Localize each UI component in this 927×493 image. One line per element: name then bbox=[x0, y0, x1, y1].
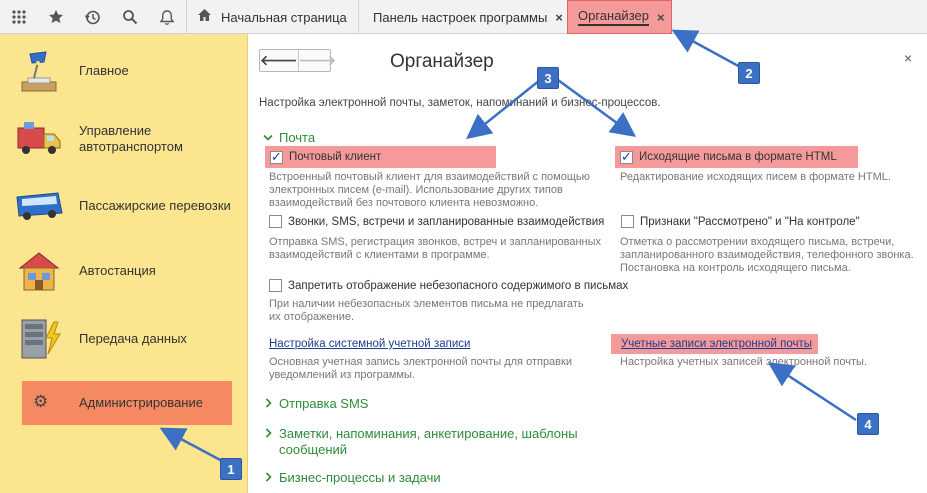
section-notes-label: Заметки, напоминания, анкетирование, шаб… bbox=[279, 426, 578, 457]
sidebar-item-data-exchange-label: Передача данных bbox=[79, 331, 187, 346]
html-letters-label: Исходящие письма в формате HTML bbox=[639, 151, 837, 163]
chevron-right-icon bbox=[265, 398, 273, 411]
flags-label: Признаки "Рассмотрено" и "На контроле" bbox=[640, 215, 860, 228]
sidebar-item-transport-label: Управление автотранспортом bbox=[79, 123, 183, 154]
tab-organizer-label: Органайзер bbox=[578, 8, 649, 26]
unsafe-content-hint: При наличии небезопасных элементов письм… bbox=[269, 298, 584, 323]
tab-home-label: Начальная страница bbox=[221, 9, 347, 25]
section-notes[interactable]: Заметки, напоминания, анкетирование, шаб… bbox=[265, 426, 578, 458]
flags-checkbox-row[interactable]: Признаки "Рассмотрено" и "На контроле" bbox=[621, 215, 860, 228]
tab-settings-panel-label: Панель настроек программы bbox=[373, 9, 548, 25]
section-mail-label: Почта bbox=[279, 130, 316, 145]
sidebar-item-transport[interactable]: Управление автотранспортом bbox=[0, 114, 248, 164]
section-business-processes[interactable]: Бизнес-процессы и задачи bbox=[265, 470, 441, 485]
chevron-right-icon bbox=[265, 472, 273, 485]
section-mail[interactable]: Почта bbox=[263, 130, 315, 145]
house-icon bbox=[14, 248, 64, 294]
unsafe-content-label: Запретить отображение небезопасного соде… bbox=[288, 279, 629, 292]
sidebar-item-administration-label: Администрирование bbox=[79, 395, 203, 410]
mail-client-checkbox[interactable] bbox=[270, 149, 283, 165]
sidebar-item-data-exchange[interactable]: Передача данных bbox=[0, 314, 248, 364]
callout-badge-3: 3 bbox=[537, 67, 559, 89]
search-icon[interactable] bbox=[111, 0, 148, 34]
sidebar-item-passenger-label: Пассажирские перевозки bbox=[79, 198, 231, 213]
notifications-bell-icon[interactable] bbox=[148, 0, 185, 34]
tab-settings-panel-close-icon[interactable]: × bbox=[555, 10, 563, 25]
forward-arrow-icon[interactable]: 🡒 bbox=[299, 50, 337, 71]
calls-checkbox[interactable] bbox=[269, 215, 282, 228]
callout-badge-4: 4 bbox=[857, 413, 879, 435]
calls-label: Звонки, SMS, встречи и запланированные в… bbox=[288, 215, 605, 228]
sidebar-item-main[interactable]: Главное bbox=[0, 46, 248, 96]
html-letters-hint: Редактирование исходящих писем в формате… bbox=[620, 171, 891, 183]
sidebar-item-main-label: Главное bbox=[79, 63, 129, 78]
apps-grid-icon[interactable] bbox=[0, 0, 37, 34]
sidebar-item-bus-station[interactable]: Автостанция bbox=[0, 246, 248, 296]
calls-hint: Отправка SMS, регистрация звонков, встре… bbox=[269, 236, 602, 261]
mail-client-hint: Встроенный почтовый клиент для взаимодей… bbox=[269, 171, 590, 209]
truck-icon bbox=[14, 116, 64, 162]
email-accounts-link[interactable]: Учетные записи электронной почты bbox=[621, 338, 812, 350]
email-accounts-hint: Настройка учетных записей электронной по… bbox=[620, 356, 867, 368]
favorites-star-icon[interactable] bbox=[37, 0, 74, 34]
html-letters-checkbox-row[interactable]: Исходящие письма в формате HTML bbox=[615, 146, 858, 168]
main-panel: 🡐 🡒 Органайзер × Настройка электронной п… bbox=[249, 34, 927, 493]
system-account-hint: Основная учетная запись электронной почт… bbox=[269, 356, 572, 381]
unsafe-content-checkbox[interactable] bbox=[269, 279, 282, 292]
tab-organizer[interactable]: Органайзер × bbox=[567, 0, 672, 34]
mail-client-label: Почтовый клиент bbox=[289, 151, 382, 163]
section-business-processes-label: Бизнес-процессы и задачи bbox=[279, 470, 441, 485]
page-description: Настройка электронной почты, заметок, на… bbox=[259, 97, 661, 109]
tab-organizer-close-icon[interactable]: × bbox=[657, 10, 665, 25]
sidebar-item-administration[interactable]: ⚙ Администрирование bbox=[22, 381, 232, 425]
history-icon[interactable] bbox=[74, 0, 111, 34]
mail-client-checkbox-row[interactable]: Почтовый клиент bbox=[265, 146, 496, 168]
history-nav: 🡐 🡒 bbox=[259, 49, 336, 72]
back-arrow-icon[interactable]: 🡐 bbox=[260, 50, 299, 71]
flags-checkbox[interactable] bbox=[621, 215, 634, 228]
chevron-right-icon bbox=[265, 428, 273, 441]
html-letters-checkbox[interactable] bbox=[620, 149, 633, 165]
callout-badge-1: 1 bbox=[220, 458, 242, 480]
top-bar: Начальная страница Панель настроек прогр… bbox=[0, 0, 927, 34]
page-title: Органайзер bbox=[390, 51, 494, 72]
flags-hint: Отметка о рассмотрении входящего письма,… bbox=[620, 236, 914, 274]
chevron-down-icon bbox=[263, 133, 273, 145]
sidebar-item-passenger[interactable]: Пассажирские перевозки bbox=[0, 181, 248, 231]
home-icon bbox=[197, 8, 212, 26]
tab-home[interactable]: Начальная страница bbox=[186, 0, 358, 34]
system-account-link[interactable]: Настройка системной учетной записи bbox=[269, 338, 470, 350]
close-form-icon[interactable]: × bbox=[904, 50, 912, 66]
server-icon bbox=[14, 316, 64, 362]
section-sms-label: Отправка SMS bbox=[279, 396, 369, 411]
callout-badge-2: 2 bbox=[738, 62, 760, 84]
desk-lamp-icon bbox=[14, 48, 64, 94]
unsafe-content-checkbox-row[interactable]: Запретить отображение небезопасного соде… bbox=[269, 279, 628, 292]
section-sms[interactable]: Отправка SMS bbox=[265, 396, 368, 411]
calls-checkbox-row[interactable]: Звонки, SMS, встречи и запланированные в… bbox=[269, 215, 604, 228]
sidebar-item-bus-station-label: Автостанция bbox=[79, 263, 156, 278]
bus-icon bbox=[14, 183, 64, 229]
tab-settings-panel[interactable]: Панель настроек программы × bbox=[358, 0, 567, 34]
gear-icon: ⚙ bbox=[33, 392, 49, 411]
sidebar: Главное Управление автотранспортом Пасса… bbox=[0, 34, 248, 493]
